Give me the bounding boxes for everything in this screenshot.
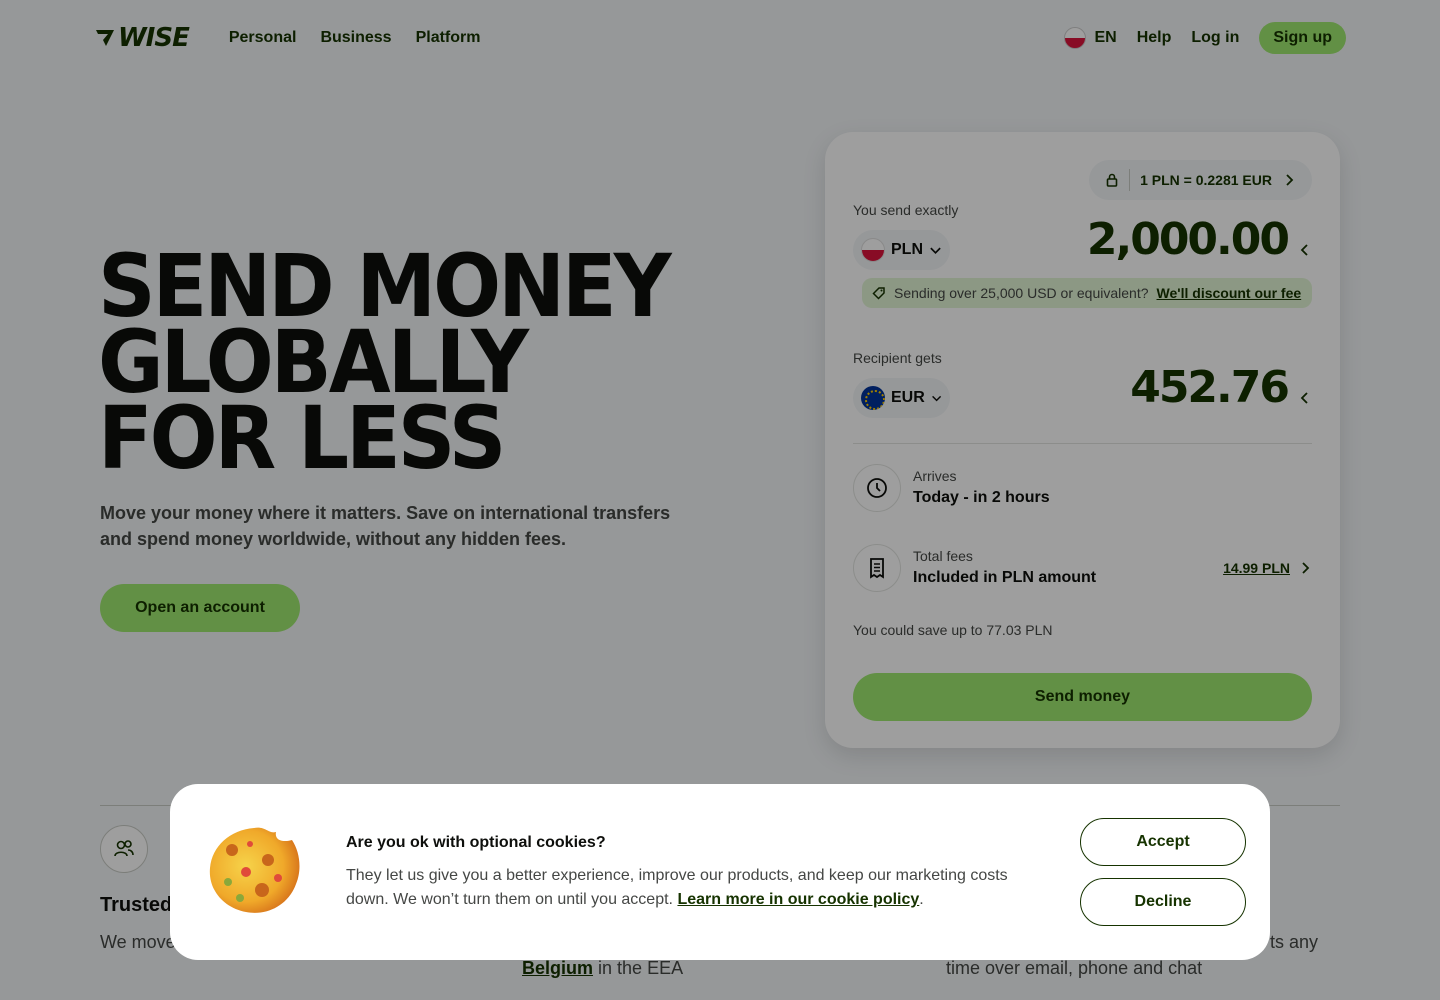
cookie-content: Are you ok with optional cookies? They l… — [346, 834, 1036, 912]
decline-button[interactable]: Decline — [1080, 878, 1246, 926]
cookie-icon — [209, 827, 300, 913]
cookie-consent-dialog: Are you ok with optional cookies? They l… — [170, 784, 1270, 960]
cookie-policy-link[interactable]: Learn more in our cookie policy — [677, 891, 919, 908]
cookie-text-block: They let us give you a better experience… — [346, 867, 1008, 908]
cookie-title: Are you ok with optional cookies? — [346, 834, 606, 851]
accept-button[interactable]: Accept — [1080, 818, 1246, 866]
